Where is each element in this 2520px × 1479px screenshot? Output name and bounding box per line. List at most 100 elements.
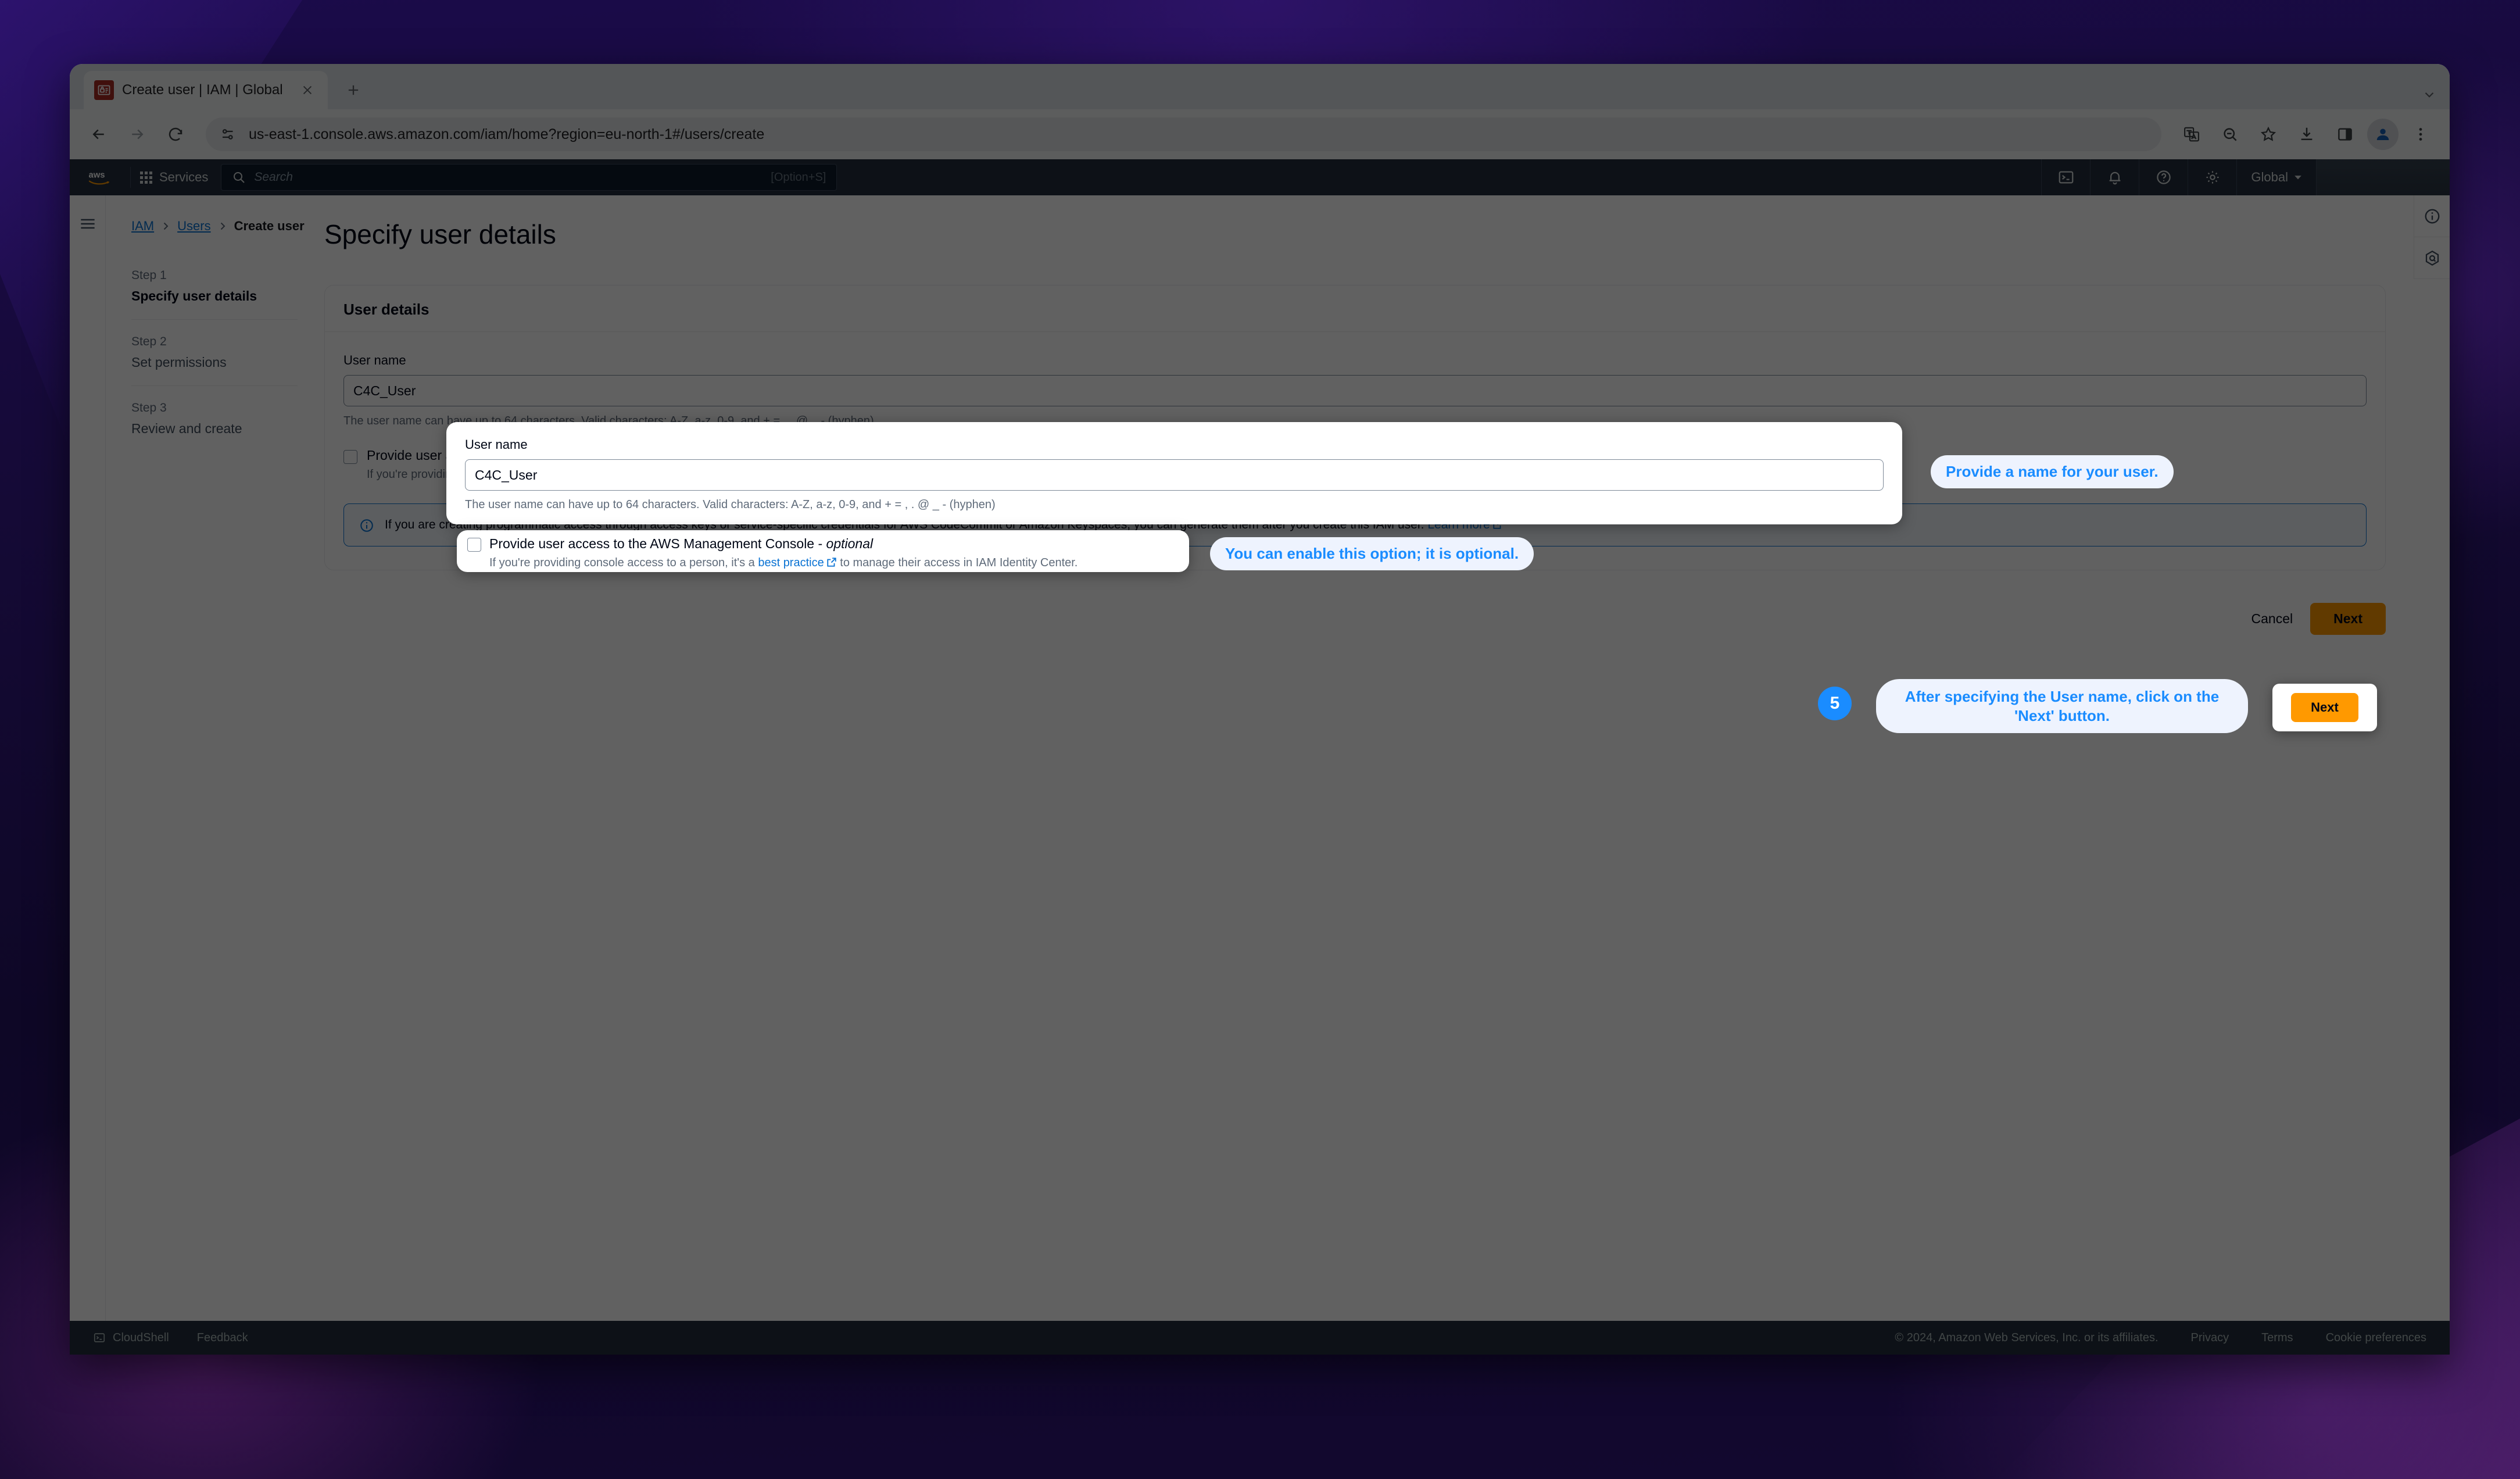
footer-privacy[interactable]: Privacy (2191, 1331, 2229, 1345)
chevron-right-icon (218, 222, 227, 231)
footer-terms[interactable]: Terms (2261, 1331, 2293, 1345)
browser-toolbar: us-east-1.console.aws.amazon.com/iam/hom… (70, 109, 2450, 159)
next-button-spotlight: Next (2272, 684, 2377, 731)
services-label: Services (159, 170, 209, 184)
optional-tag: optional (826, 536, 874, 551)
user-name-label: User name (465, 437, 528, 452)
side-panel-icon[interactable] (2329, 118, 2361, 151)
wizard-actions: Cancel Next (324, 603, 2386, 635)
aws-top-nav: aws Services Search [Option+S] Global (70, 159, 2450, 195)
account-menu[interactable] (2316, 159, 2450, 195)
close-icon[interactable] (298, 80, 317, 100)
main-content: Specify user details User details User n… (298, 195, 2450, 1321)
cloudshell-icon[interactable] (2041, 159, 2090, 195)
callout-optional: You can enable this option; it is option… (1210, 537, 1534, 570)
help-question-icon[interactable] (2139, 159, 2188, 195)
zoom-out-icon[interactable] (2214, 118, 2246, 151)
nav-divider (130, 167, 131, 188)
toolbar-actions (2175, 118, 2437, 151)
chevron-down-icon (2295, 176, 2301, 180)
console-access-row[interactable]: Provide user access to the AWS Managemen… (467, 536, 1179, 570)
search-icon (234, 172, 245, 183)
chevron-down-icon[interactable] (2409, 87, 2450, 102)
wizard-step-1[interactable]: Step 1 Specify user details (131, 259, 298, 319)
chrome-menu-icon[interactable] (2404, 118, 2437, 151)
chevron-right-icon (161, 222, 170, 231)
console-access-description: If you're providing console access to a … (489, 556, 1078, 570)
svg-text:aws: aws (88, 171, 105, 180)
aws-page-body: IAM Users Create user Step 1 Specify use… (70, 195, 2450, 1321)
search-shortcut: [Option+S] (771, 170, 826, 184)
step-number: Step 2 (131, 335, 167, 348)
aws-console-page: aws Services Search [Option+S] Global IA… (70, 159, 2450, 1355)
browser-tab[interactable]: Create user | IAM | Global (84, 71, 328, 109)
user-name-label: User name (343, 353, 406, 367)
cloudshell-icon (94, 1333, 105, 1342)
breadcrumb-item-create-user: Create user (234, 219, 305, 233)
footer-cloudshell-label: CloudShell (113, 1331, 169, 1344)
region-label: Global (2251, 170, 2288, 184)
breadcrumb-item-users[interactable]: Users (177, 219, 210, 234)
left-icon-rail (70, 195, 106, 1321)
breadcrumb-item-iam[interactable]: IAM (131, 219, 154, 234)
right-icon-rail (2414, 195, 2450, 279)
aws-search-input[interactable]: Search [Option+S] (221, 164, 837, 191)
wizard-step-2[interactable]: Step 2 Set permissions (131, 319, 298, 385)
wizard-step-3[interactable]: Step 3 Review and create (131, 385, 298, 452)
aws-footer: CloudShell Feedback © 2024, Amazon Web S… (70, 1321, 2450, 1355)
step-label: Set permissions (131, 355, 227, 370)
iam-lock-icon (94, 80, 114, 100)
services-menu[interactable]: Services (140, 170, 208, 185)
search-placeholder: Search (254, 170, 293, 184)
desc-after: to manage their access in IAM Identity C… (836, 556, 1078, 569)
step-label: Specify user details (131, 288, 257, 303)
browser-tab-strip: Create user | IAM | Global (70, 64, 2450, 109)
console-access-checkbox[interactable] (343, 450, 357, 464)
step-number: Step 1 (131, 269, 167, 282)
external-link-icon (826, 557, 837, 567)
user-name-spotlight: User name The user name can have up to 6… (446, 422, 1902, 524)
user-name-input[interactable] (465, 459, 1884, 491)
notifications-bell-icon[interactable] (2090, 159, 2139, 195)
site-settings-icon[interactable] (219, 124, 238, 144)
callout-next-button: After specifying the User name, click on… (1876, 679, 2248, 733)
settings-gear-icon[interactable] (2188, 159, 2236, 195)
new-tab-button[interactable] (337, 74, 370, 106)
next-button[interactable]: Next (2291, 693, 2358, 722)
region-selector[interactable]: Global (2236, 159, 2316, 195)
wizard-steps: IAM Users Create user Step 1 Specify use… (106, 195, 305, 1321)
user-name-input[interactable] (343, 375, 2367, 406)
next-button[interactable]: Next (2310, 603, 2386, 635)
aws-nav-right: Global (2041, 159, 2450, 195)
console-access-checkbox[interactable] (467, 538, 481, 552)
download-icon[interactable] (2290, 118, 2323, 151)
footer-cloudshell[interactable]: CloudShell (93, 1331, 169, 1345)
translate-icon[interactable] (2175, 118, 2208, 151)
footer-feedback[interactable]: Feedback (197, 1331, 248, 1345)
amazon-q-icon[interactable] (2414, 237, 2450, 279)
footer-right: © 2024, Amazon Web Services, Inc. or its… (1895, 1331, 2426, 1345)
tab-title: Create user | IAM | Global (122, 82, 283, 98)
footer-copyright: © 2024, Amazon Web Services, Inc. or its… (1895, 1331, 2159, 1344)
page-title: Specify user details (324, 219, 556, 249)
step-label: Review and create (131, 421, 242, 436)
user-name-help: The user name can have up to 64 characte… (465, 498, 996, 511)
footer-cookies[interactable]: Cookie preferences (2326, 1331, 2426, 1345)
grid-icon (140, 171, 152, 184)
hamburger-menu-icon[interactable] (70, 210, 106, 237)
console-access-label: Provide user access to the AWS Managemen… (489, 536, 1078, 552)
profile-avatar-icon[interactable] (2367, 119, 2399, 150)
cancel-button[interactable]: Cancel (2251, 611, 2293, 627)
bookmark-star-icon[interactable] (2252, 118, 2285, 151)
reload-icon[interactable] (159, 118, 192, 151)
forward-icon[interactable] (121, 118, 153, 151)
best-practice-link[interactable]: best practice (758, 556, 824, 569)
address-bar[interactable]: us-east-1.console.aws.amazon.com/iam/hom… (206, 117, 2161, 151)
callout-user-name: Provide a name for your user. (1931, 455, 2174, 488)
aws-logo[interactable]: aws (85, 167, 121, 187)
info-circle-icon[interactable] (2414, 195, 2450, 237)
back-icon[interactable] (83, 118, 115, 151)
url-text: us-east-1.console.aws.amazon.com/iam/hom… (249, 126, 765, 142)
breadcrumb: IAM Users Create user (131, 219, 305, 234)
info-circle-icon (359, 518, 374, 533)
